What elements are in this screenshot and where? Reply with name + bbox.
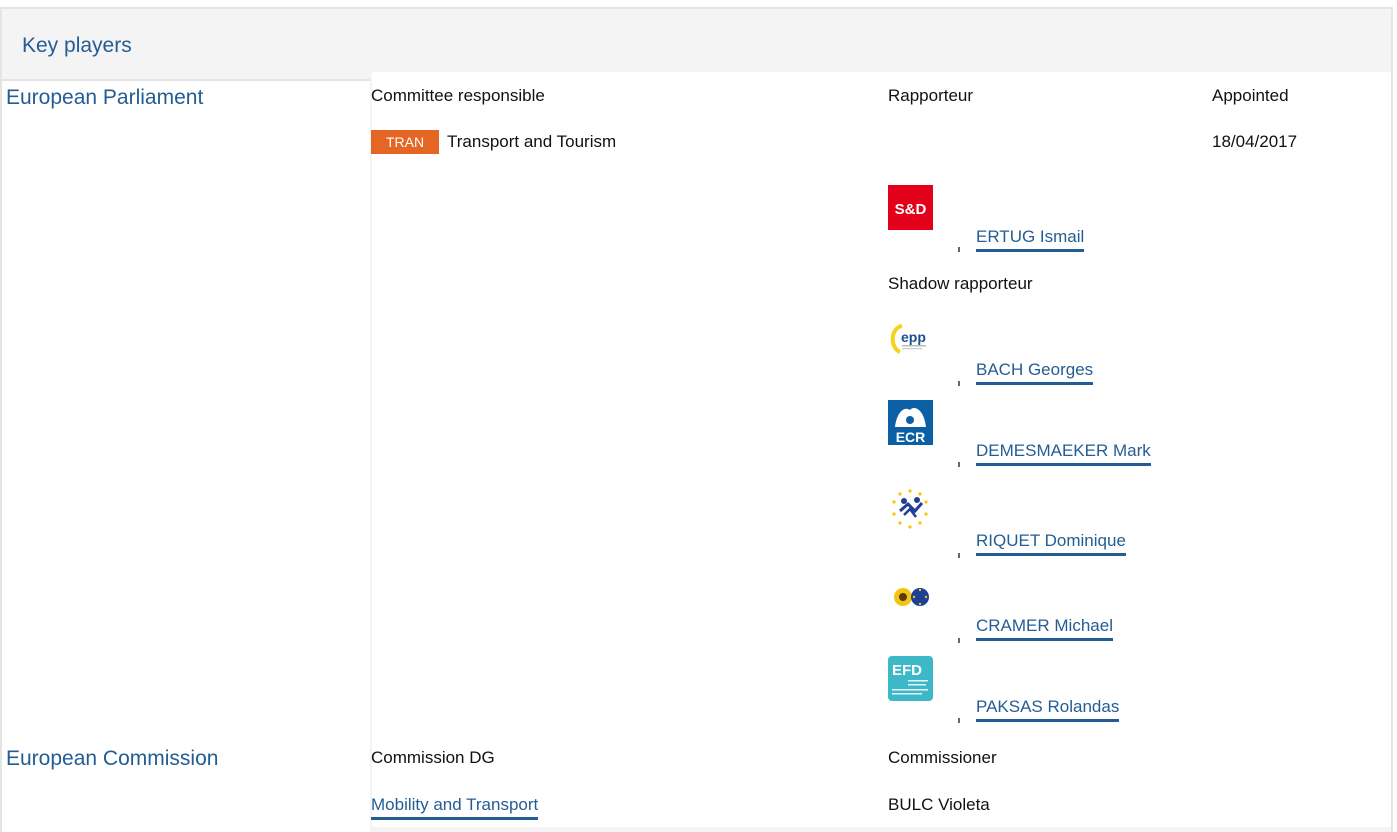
epp-logo-text: epp xyxy=(901,329,926,345)
shadow-link-paksas[interactable]: PAKSAS Rolandas xyxy=(976,697,1120,722)
shadow-link-cramer[interactable]: CRAMER Michael xyxy=(976,616,1113,641)
shadow-rapporteur-header: Shadow rapporteur xyxy=(888,274,1033,293)
logo-tick xyxy=(958,462,960,467)
institution-european-parliament: European Parliament xyxy=(6,86,204,109)
sd-logo-text: S&D xyxy=(895,201,927,218)
rapporteur-header: Rapporteur xyxy=(888,86,974,105)
committee-responsible-header: Committee responsible xyxy=(371,86,545,105)
logo-tick xyxy=(958,718,960,723)
greens-efa-group-logo-icon xyxy=(888,575,933,620)
commissioner-header: Commissioner xyxy=(888,748,997,767)
sd-group-logo-icon: S&D xyxy=(888,185,933,230)
commission-dg-header: Commission DG xyxy=(371,748,495,767)
efdd-logo-text: EFD xyxy=(892,662,922,679)
logo-tick xyxy=(958,553,960,558)
section-header: Key players xyxy=(2,9,1391,81)
section-title: Key players xyxy=(22,34,132,57)
rapporteur-link-ertug[interactable]: ERTUG Ismail xyxy=(976,227,1085,252)
shadow-link-demesmaeker[interactable]: DEMESMAEKER Mark xyxy=(976,441,1151,466)
logo-tick xyxy=(958,247,960,252)
appointed-date: 18/04/2017 xyxy=(1212,132,1298,151)
shadow-link-riquet[interactable]: RIQUET Dominique xyxy=(976,531,1126,556)
commission-dg-link[interactable]: Mobility and Transport xyxy=(371,795,539,820)
details-column-background xyxy=(370,72,1391,832)
efdd-group-logo-icon: EFD xyxy=(888,656,933,701)
appointed-header: Appointed xyxy=(1212,86,1289,105)
epp-group-logo-icon: epp xyxy=(888,322,933,367)
commissioner-name: BULC Violeta xyxy=(888,795,990,814)
shadow-link-bach[interactable]: BACH Georges xyxy=(976,360,1094,385)
committee-name: Transport and Tourism xyxy=(447,132,617,151)
logo-tick xyxy=(958,638,960,643)
alde-group-logo-icon xyxy=(888,487,933,532)
ecr-logo-text: ECR xyxy=(896,429,926,445)
ecr-group-logo-icon: ECR xyxy=(888,400,933,445)
committee-code-badge: TRAN xyxy=(371,130,439,154)
institution-european-commission: European Commission xyxy=(6,747,219,770)
logo-tick xyxy=(958,381,960,386)
details-column xyxy=(372,72,1391,827)
